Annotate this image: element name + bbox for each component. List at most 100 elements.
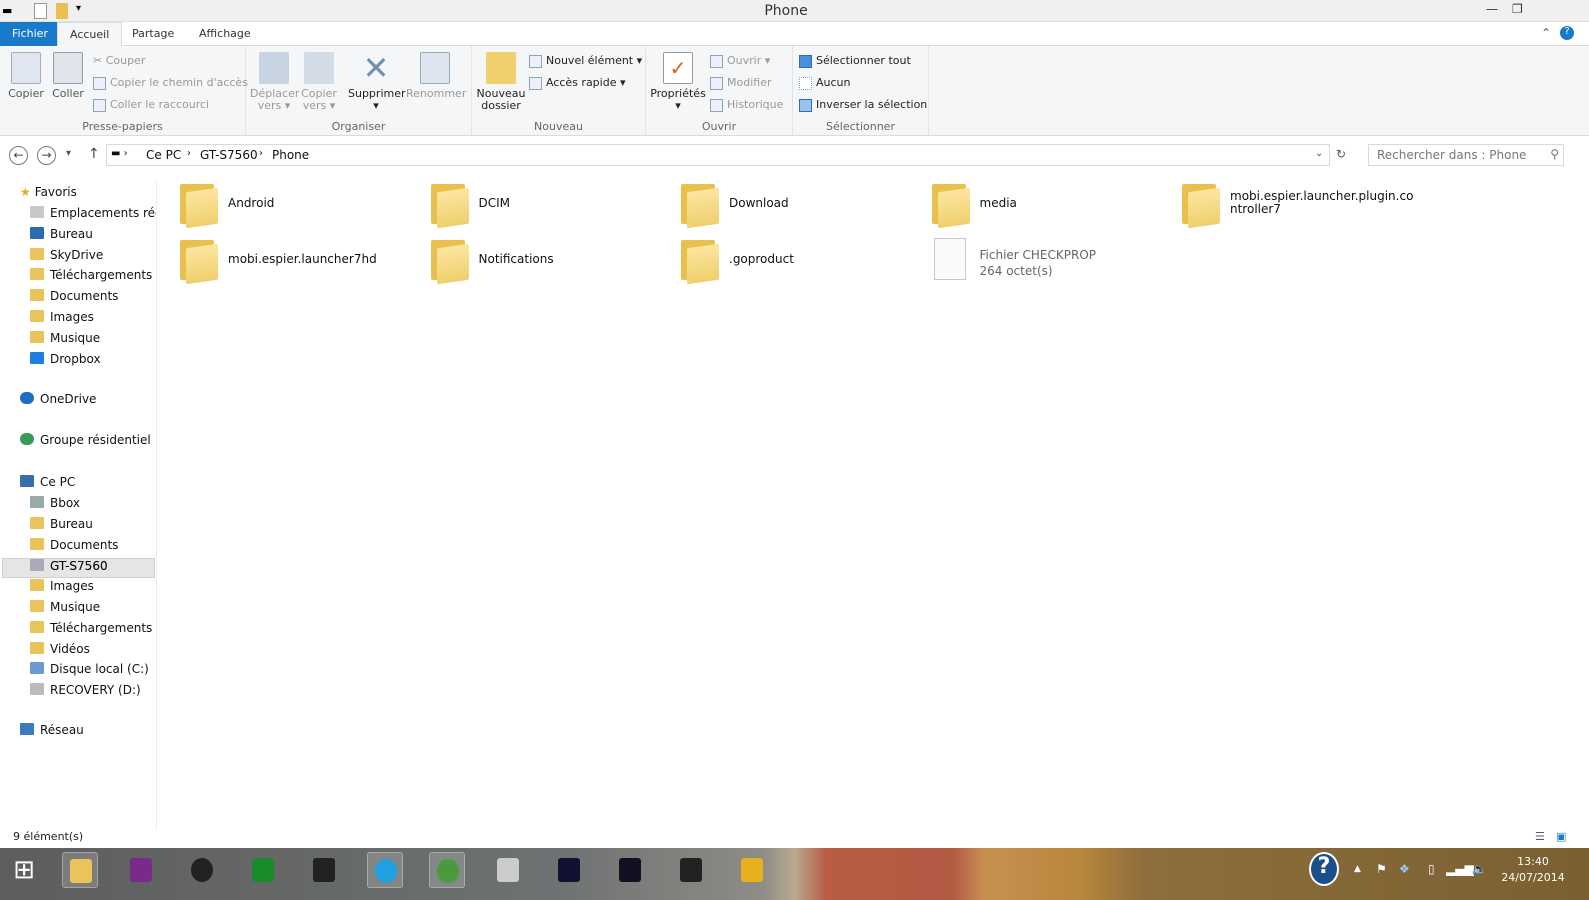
collapse-ribbon-icon[interactable]: ⌃ (1541, 26, 1551, 40)
folder-item[interactable]: Notifications (429, 236, 674, 286)
nav-favorite-item[interactable]: Téléchargements (30, 268, 156, 288)
taskbar-store-icon[interactable] (245, 852, 281, 888)
taskbar-media-player-icon[interactable] (184, 852, 220, 888)
breadcrumb-item[interactable]: Phone (272, 148, 309, 162)
volume-icon[interactable]: 🔈 (1472, 862, 1487, 876)
cut-button[interactable]: ✂ Couper (93, 54, 145, 67)
properties-button[interactable]: ✓ Propriétés ▾ (650, 52, 706, 112)
item-name: mobi.espier.launcher.plugin.controller7 (1230, 189, 1414, 216)
taskbar-chrome-icon[interactable] (429, 852, 465, 888)
help-tray-icon[interactable]: ? (1309, 852, 1339, 886)
nav-pc-item[interactable]: RECOVERY (D:) (30, 683, 156, 703)
move-to-button[interactable]: Déplacer vers ▾ (250, 52, 299, 112)
invert-selection-button[interactable]: Inverser la sélection (799, 98, 927, 112)
breadcrumb-item[interactable]: GT-S7560 (200, 148, 258, 162)
nav-pc-item[interactable]: GT-S7560 GT-S7560 (2, 558, 155, 579)
edit-button[interactable]: Modifier (710, 76, 771, 90)
nav-network[interactable]: Réseau (20, 723, 175, 743)
nav-pc-item[interactable]: Musique (30, 600, 156, 620)
minimize-button[interactable]: — (1486, 2, 1498, 16)
nav-favorite-item[interactable]: Musique (30, 330, 156, 351)
taskbar-tools-icon[interactable] (734, 852, 770, 888)
taskbar-app-dark-icon[interactable] (306, 852, 342, 888)
address-bar[interactable]: ▬ › Ce PC › GT-S7560 › Phone ⌄ (106, 144, 1330, 166)
nav-pc-item[interactable]: Téléchargements (30, 620, 156, 641)
restore-button[interactable]: ❐ (1512, 2, 1523, 16)
nav-favorite-item[interactable]: Documents (30, 289, 156, 309)
nav-favorites[interactable]: ★ Favoris (20, 185, 175, 205)
tab-file[interactable]: Fichier (0, 22, 60, 46)
back-button[interactable]: ← (9, 146, 28, 165)
recent-locations-icon[interactable]: ▾ (66, 148, 71, 159)
paste-shortcut-button[interactable]: Coller le raccourci (93, 98, 209, 112)
forward-button[interactable]: → (37, 146, 56, 165)
rename-button[interactable]: Renommer (406, 52, 467, 100)
dropbox-tray-icon[interactable]: ❖ (1399, 862, 1410, 876)
history-button[interactable]: Historique (710, 98, 783, 112)
open-button[interactable]: Ouvrir ▾ (710, 54, 770, 68)
nav-favorite-item[interactable]: Emplacements récents (30, 206, 156, 226)
taskbar-start-icon[interactable]: ⊞ (6, 852, 42, 888)
nav-favorite-item[interactable]: SkyDrive (30, 247, 156, 268)
taskbar-app-car-icon[interactable] (673, 852, 709, 888)
refresh-icon[interactable]: ↻ (1336, 147, 1346, 161)
folder-icon (30, 268, 44, 281)
address-dropdown-icon[interactable]: ⌄ (1315, 148, 1323, 159)
details-view-icon[interactable]: ☰ (1535, 830, 1545, 843)
taskbar-remote-app-icon[interactable] (123, 852, 159, 888)
up-button[interactable]: ↑ (88, 146, 100, 162)
search-input[interactable]: Rechercher dans : Phone ⚲ (1368, 144, 1564, 166)
navigation-pane: ★Favoris Emplacements récents Bureau SkyDr… (0, 180, 157, 830)
delete-button[interactable]: ✕ Supprimer ▾ (348, 52, 406, 112)
nav-pc-item[interactable]: Disque local (C:) (30, 662, 156, 682)
nav-pc-item[interactable]: Images (30, 579, 156, 599)
taskbar-game-icon[interactable] (551, 852, 587, 888)
folder-icon (429, 184, 469, 229)
copy-button[interactable]: Copier (6, 52, 46, 100)
taskbar-skype-icon[interactable] (367, 852, 403, 888)
taskbar-file-explorer-icon[interactable] (62, 852, 98, 888)
show-hidden-icons[interactable]: ▲ (1354, 864, 1361, 874)
nav-favorite-item[interactable]: Dropbox (30, 351, 156, 372)
nav-homegroup[interactable]: Groupe résidentiel (20, 433, 175, 453)
easy-access-button[interactable]: Accès rapide ▾ (529, 76, 626, 90)
flag-icon[interactable]: ⚑ (1376, 862, 1387, 876)
new-folder-button[interactable]: Nouveau dossier (476, 52, 526, 112)
file-item[interactable]: Fichier CHECKPROP 264 octet(s) (930, 236, 1175, 286)
tab-view[interactable]: Affichage (187, 22, 263, 46)
nav-pc-item[interactable]: Vidéos (30, 641, 156, 662)
large-icons-view-icon[interactable]: ▣ (1556, 830, 1566, 843)
nav-this-pc[interactable]: Ce PC (20, 475, 175, 495)
nav-favorite-item[interactable]: Images (30, 310, 156, 330)
nav-pc-item[interactable]: Documents (30, 537, 156, 558)
signal-icon[interactable]: ▂▄▆ (1446, 862, 1474, 876)
folder-item[interactable]: Android (178, 180, 423, 230)
clock[interactable]: 13:40 24/07/2014 (1498, 854, 1568, 886)
breadcrumb-separator-icon[interactable]: › (187, 148, 191, 159)
rename-label: Renommer (406, 87, 467, 100)
folder-item[interactable]: mobi.espier.launcher7hd (178, 236, 423, 286)
nav-onedrive[interactable]: OneDrive (20, 392, 175, 412)
copy-path-button[interactable]: Copier le chemin d'accès (93, 76, 248, 90)
nav-pc-item[interactable]: Bbox (30, 496, 156, 516)
taskbar-snipping-tool-icon[interactable] (490, 852, 526, 888)
select-all-button[interactable]: Sélectionner tout (799, 54, 911, 68)
new-item-button[interactable]: Nouvel élément ▾ (529, 54, 642, 68)
paste-button[interactable]: Coller (50, 52, 86, 100)
folder-item[interactable]: mobi.espier.launcher.plugin.controller7 (1180, 180, 1425, 230)
folder-item[interactable]: Download (679, 180, 924, 230)
copy-to-button[interactable]: Copier vers ▾ (298, 52, 340, 112)
folder-item[interactable]: media (930, 180, 1175, 230)
battery-icon[interactable]: ▯ (1428, 862, 1435, 876)
nav-pc-item[interactable]: Bureau (30, 516, 156, 537)
breadcrumb-separator-icon[interactable]: › (259, 148, 263, 159)
tab-home[interactable]: Accueil (57, 22, 123, 47)
help-icon[interactable]: ? (1560, 26, 1574, 40)
folder-item[interactable]: .goproduct (679, 236, 924, 286)
breadcrumb-item[interactable]: Ce PC (146, 148, 181, 162)
tab-share[interactable]: Partage (120, 22, 186, 46)
taskbar-cheat-engine-icon[interactable] (612, 852, 648, 888)
folder-item[interactable]: DCIM (429, 180, 674, 230)
select-none-button[interactable]: Aucun (799, 76, 851, 90)
nav-favorite-item[interactable]: Bureau (30, 226, 156, 247)
